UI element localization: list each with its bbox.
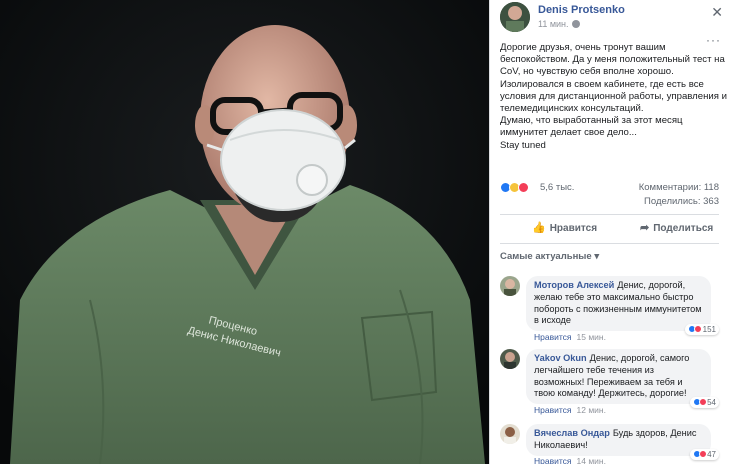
shares-count[interactable]: Поделились: 363 <box>644 196 719 207</box>
reactions-summary: 5,6 тыс. Комментарии: 118 Поделились: 36… <box>500 180 719 210</box>
comment-author[interactable]: Вячеслав Ондар <box>534 428 610 438</box>
chevron-down-icon: ▾ <box>594 251 600 262</box>
love-reaction-icon <box>518 182 529 193</box>
post-photo[interactable]: Проценко Денис Николаевич <box>0 0 489 464</box>
comment: Вячеслав Ондар Будь здоров, Денис Николае… <box>500 424 719 464</box>
globe-icon <box>571 20 580 28</box>
post-timestamp[interactable]: 11 мин. <box>538 19 580 29</box>
post-time-label: 11 мин. <box>538 19 569 29</box>
reaction-icons[interactable] <box>500 182 529 194</box>
comment-avatar[interactable] <box>500 276 520 296</box>
comment-meta: Нравится 15 мин. <box>534 332 606 342</box>
comment-bubble: Моторов Алексей Денис, дорогой, желаю теб… <box>526 276 711 332</box>
comment-time[interactable]: 15 мин. <box>577 332 606 342</box>
comment-reactions[interactable]: 47 <box>689 449 719 460</box>
comment-like-link[interactable]: Нравится <box>534 332 572 342</box>
comment-time[interactable]: 12 мин. <box>577 405 606 415</box>
comment-bubble: Вячеслав Ондар Будь здоров, Денис Николае… <box>526 424 711 456</box>
close-icon[interactable]: ✕ <box>711 4 723 21</box>
comment-meta: Нравится 14 мин. <box>534 456 606 464</box>
comment-meta: Нравится 12 мин. <box>534 405 606 415</box>
comment-author[interactable]: Моторов Алексей <box>534 280 614 290</box>
like-button-label: Нравится <box>549 223 598 234</box>
like-icon: 👍 <box>532 222 546 234</box>
love-reaction-icon <box>698 450 707 458</box>
post-sidebar: Denis Protsenko 11 мин. ✕ ··· Дорогие др… <box>489 0 729 464</box>
comment-author[interactable]: Yakov Okun <box>534 353 587 363</box>
comment-like-link[interactable]: Нравится <box>534 456 572 464</box>
comment-like-link[interactable]: Нравится <box>534 405 572 415</box>
action-bar: 👍 Нравится ➦ Поделиться <box>500 214 719 244</box>
share-icon: ➦ <box>640 222 650 234</box>
comment: Yakov Okun Денис, дорогой, самого легчайш… <box>500 349 719 419</box>
doctor-portrait: Проценко Денис Николаевич <box>0 0 489 464</box>
love-reaction-icon <box>694 325 703 333</box>
comment-reactions-count: 54 <box>707 398 716 407</box>
comment-reactions-count: 151 <box>702 325 716 334</box>
reactions-count[interactable]: 5,6 тыс. <box>540 182 574 193</box>
comment-reactions[interactable]: 54 <box>689 397 719 408</box>
comment-bubble: Yakov Okun Денис, дорогой, самого легчайш… <box>526 349 711 405</box>
comment-avatar[interactable] <box>500 349 520 369</box>
comments-sort-select[interactable]: Самые актуальные ▾ <box>500 251 599 262</box>
post-body: Дорогие друзья, очень тронут вашим беспо… <box>500 42 727 151</box>
author-avatar[interactable] <box>500 2 530 32</box>
comments-sort-label: Самые актуальные <box>500 251 592 262</box>
comment-reactions-count: 47 <box>707 450 716 459</box>
author-name[interactable]: Denis Protsenko <box>538 4 625 16</box>
comment-time[interactable]: 14 мин. <box>577 456 606 464</box>
comment: Моторов Алексей Денис, дорогой, желаю теб… <box>500 276 719 344</box>
share-button[interactable]: ➦ Поделиться <box>640 221 713 234</box>
post-header: Denis Protsenko 11 мин. ✕ <box>500 2 725 36</box>
post-text: Дорогие друзья, очень тронут вашим беспо… <box>500 42 728 152</box>
comment-avatar[interactable] <box>500 424 520 444</box>
love-reaction-icon <box>698 398 707 406</box>
share-button-label: Поделиться <box>653 223 714 234</box>
comments-count[interactable]: Комментарии: 118 <box>639 182 719 193</box>
comment-reactions[interactable]: 151 <box>685 324 719 335</box>
like-button[interactable]: 👍 Нравится <box>532 221 597 234</box>
